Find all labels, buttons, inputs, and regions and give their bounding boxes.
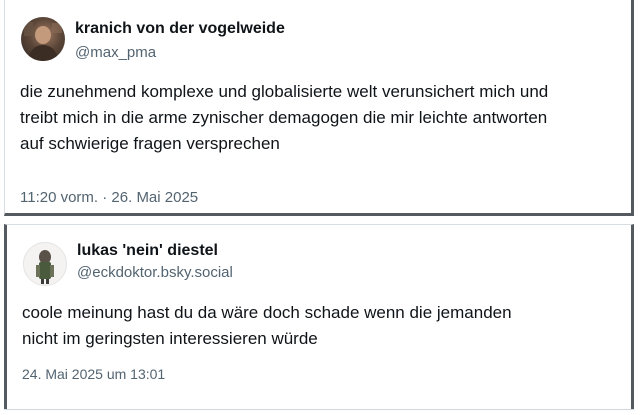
author-name[interactable]: lukas 'nein' diestel bbox=[77, 242, 218, 260]
author-handle[interactable]: @max_pma bbox=[75, 44, 156, 61]
avatar-photo-icon bbox=[24, 22, 62, 61]
post-card-2[interactable]: lukas 'nein' diestel @eckdoktor.bsky.soc… bbox=[4, 224, 634, 409]
avatar[interactable] bbox=[21, 17, 65, 61]
screenshot-page: kranich von der vogelweide @max_pma die … bbox=[0, 0, 640, 415]
avatar[interactable] bbox=[23, 242, 67, 286]
divider bbox=[4, 409, 634, 410]
author-handle[interactable]: @eckdoktor.bsky.social bbox=[77, 264, 233, 281]
author-name[interactable]: kranich von der vogelweide bbox=[75, 20, 285, 38]
post-text: coole meinung hast du da wäre doch schad… bbox=[22, 303, 512, 348]
avatar-photo-icon bbox=[24, 243, 66, 285]
post-timestamp[interactable]: 11:20 vorm. · 26. Mai 2025 bbox=[20, 189, 198, 206]
post-card-1[interactable]: kranich von der vogelweide @max_pma die … bbox=[4, 0, 634, 216]
post-text: die zunehmend komplexe und globalisierte… bbox=[20, 82, 549, 153]
post-timestamp[interactable]: 24. Mai 2025 um 13:01 bbox=[22, 366, 165, 382]
